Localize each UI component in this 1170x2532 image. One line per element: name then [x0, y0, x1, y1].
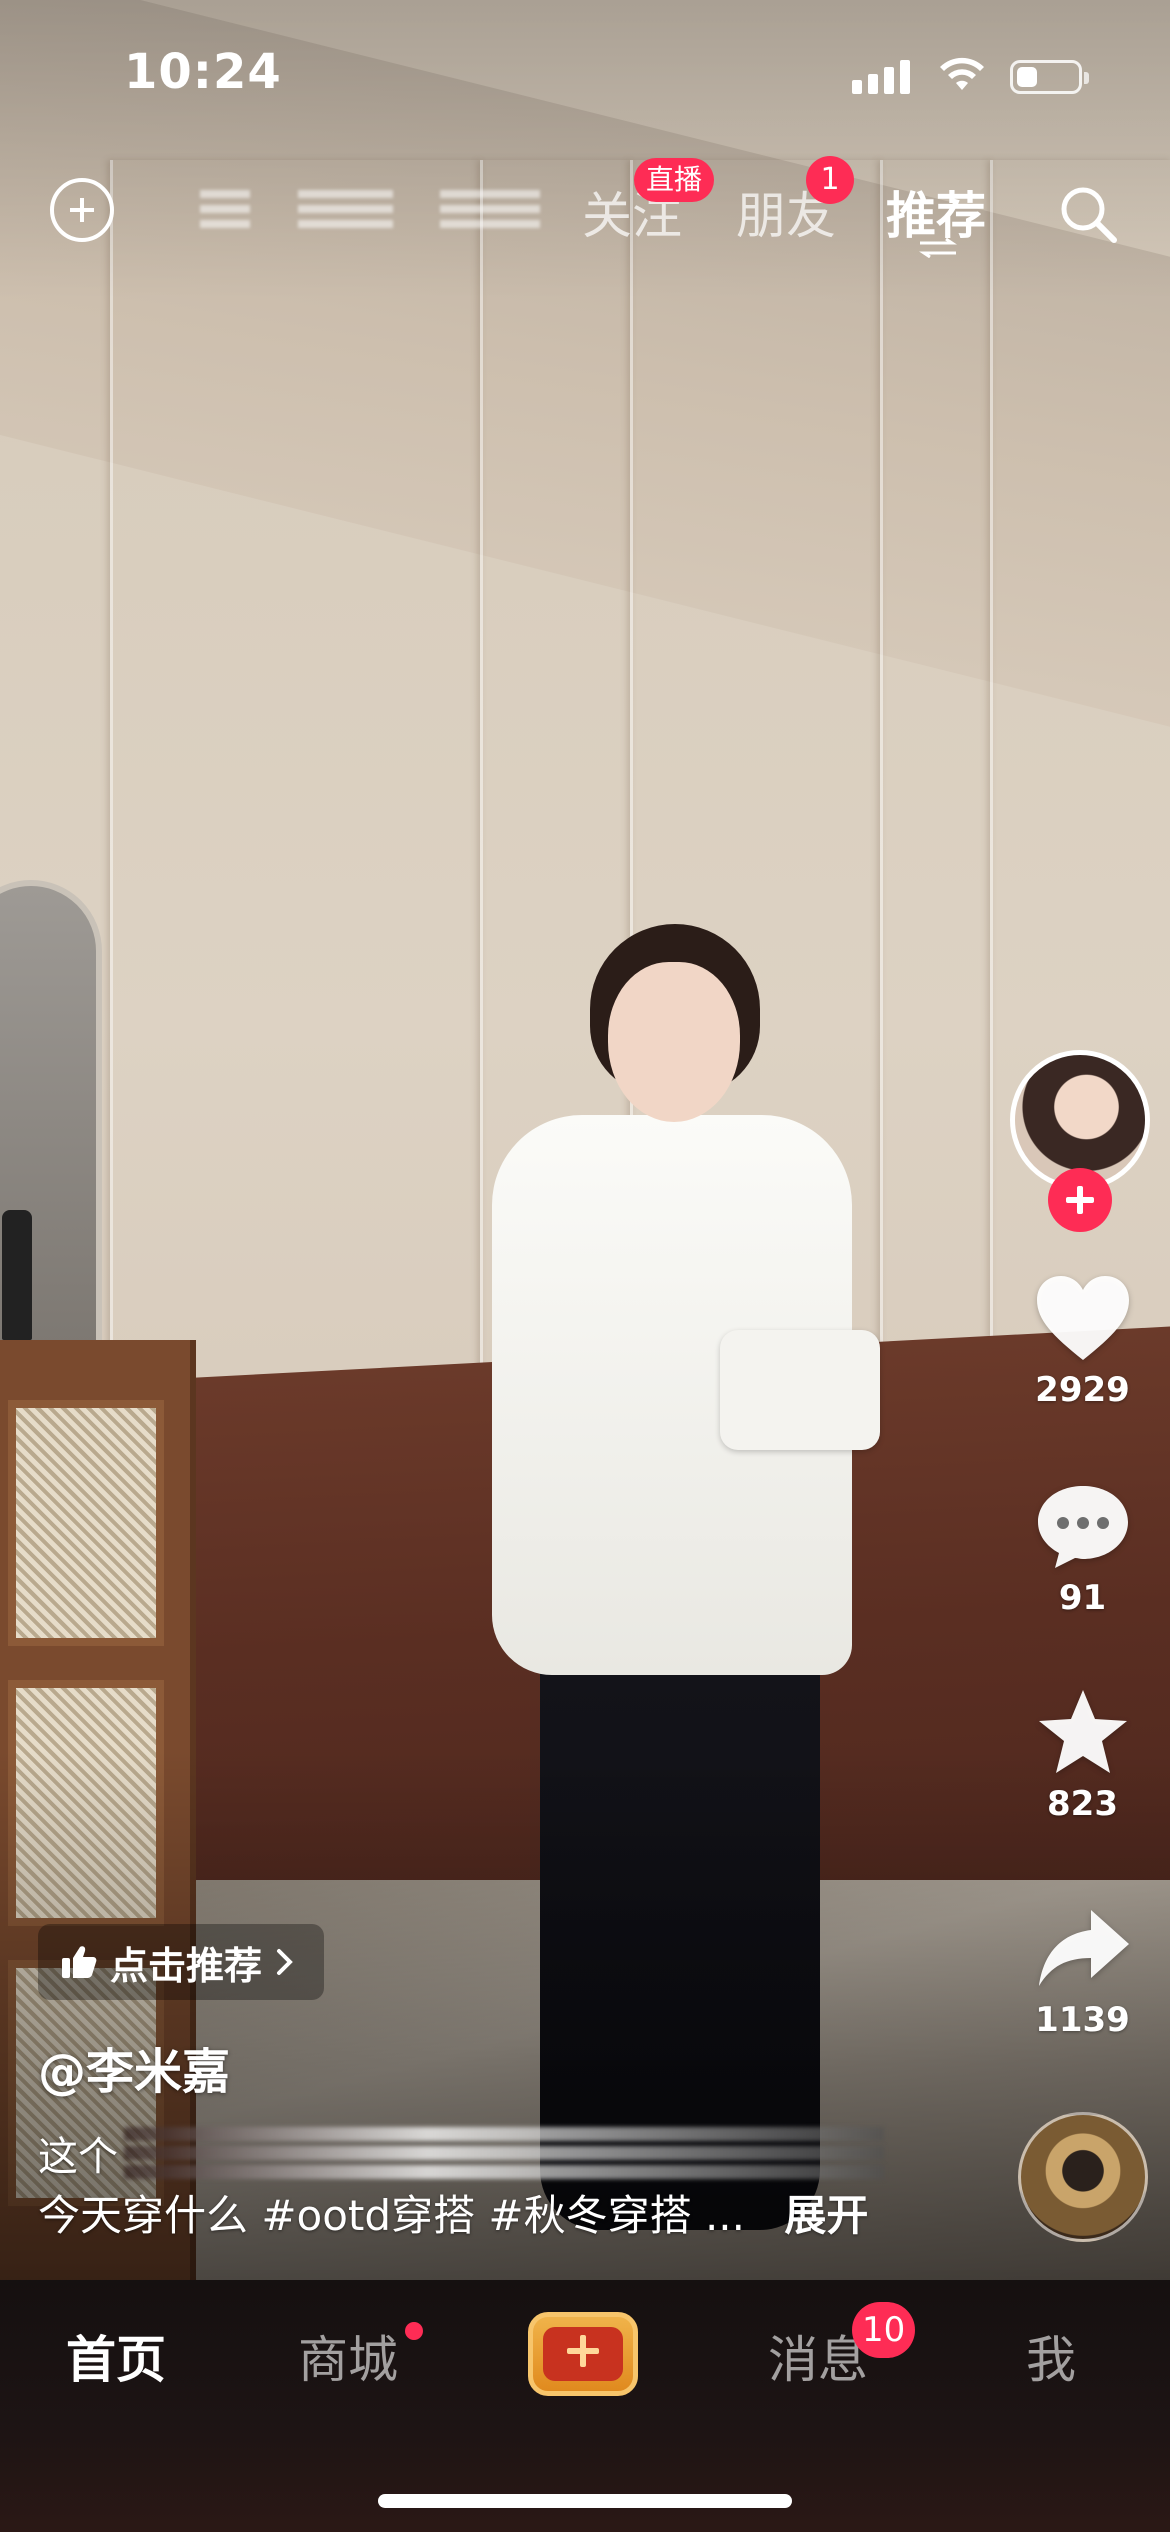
- white-bag: [720, 1330, 880, 1450]
- like-count: 2929: [1035, 1370, 1130, 1410]
- mall-notification-dot: [405, 2322, 423, 2340]
- like-button[interactable]: 2929: [1000, 1272, 1165, 1410]
- messages-badge: 10: [852, 2302, 916, 2358]
- caption-line-2[interactable]: 今天穿什么 #ootd穿搭 #秋冬穿搭 ... 展开: [38, 2182, 868, 2243]
- battery-tip: [1084, 72, 1089, 84]
- search-icon[interactable]: [1056, 182, 1120, 246]
- status-bar: 10:24: [0, 0, 1170, 150]
- comment-icon: [1037, 1486, 1128, 1568]
- friends-badge: 1: [806, 156, 854, 204]
- wall-panel: [880, 160, 993, 1410]
- wall-panel: [110, 160, 483, 1410]
- tab-hidden-3[interactable]: [440, 190, 540, 234]
- chevron-right-icon: [277, 1949, 293, 1975]
- tab-hidden-1[interactable]: [200, 190, 250, 234]
- battery-icon: [1010, 60, 1089, 94]
- top-nav: 关注 直播 朋友 1 推荐: [0, 156, 1170, 260]
- share-icon: [1038, 1910, 1129, 1986]
- status-time: 10:24: [124, 44, 282, 100]
- tab-mall[interactable]: 商城: [298, 2320, 398, 2392]
- tab-home[interactable]: 首页: [66, 2320, 166, 2392]
- comment-count: 91: [1058, 1578, 1107, 1618]
- author-name[interactable]: @李米嘉: [38, 2032, 230, 2102]
- battery-level: [1017, 67, 1037, 87]
- tab-me[interactable]: 我: [1026, 2320, 1076, 2392]
- live-badge: 直播: [634, 158, 715, 202]
- recommend-label: 点击推荐: [110, 1943, 263, 1988]
- favorite-button[interactable]: 823: [1000, 1686, 1165, 1824]
- recommend-chip[interactable]: 点击推荐: [38, 1924, 325, 2000]
- share-button[interactable]: 1139: [1000, 1902, 1165, 2040]
- cabinet-panel: [8, 1400, 164, 1646]
- wifi-icon: [940, 57, 984, 90]
- create-button[interactable]: [528, 2312, 638, 2396]
- star-icon: [1038, 1690, 1127, 1773]
- share-count: 1139: [1035, 2000, 1130, 2040]
- add-circle-icon[interactable]: [50, 178, 114, 242]
- cellular-signal-icon: [852, 60, 910, 94]
- heart-icon: [1036, 1276, 1129, 1360]
- bottle: [2, 1210, 32, 1340]
- home-indicator[interactable]: [378, 2494, 792, 2508]
- thumbs-up-icon: [62, 1946, 97, 1978]
- tab-hidden-2[interactable]: [298, 190, 393, 234]
- caption-line-1: 这个: [38, 2124, 884, 2182]
- swap-arrows-icon: [919, 238, 957, 258]
- favorite-count: 823: [1047, 1784, 1118, 1824]
- music-disc[interactable]: [1018, 2112, 1148, 2242]
- follow-plus-button[interactable]: [1048, 1168, 1112, 1232]
- expand-link[interactable]: 展开: [784, 2191, 868, 2240]
- plus-icon: [543, 2327, 623, 2381]
- comment-button[interactable]: 91: [1000, 1480, 1165, 1618]
- caption-redacted: [124, 2127, 884, 2179]
- caption-text: 今天穿什么 #ootd穿搭 #秋冬穿搭 ...: [38, 2191, 746, 2240]
- face: [608, 962, 740, 1122]
- caption-prefix: 这个: [38, 2134, 118, 2180]
